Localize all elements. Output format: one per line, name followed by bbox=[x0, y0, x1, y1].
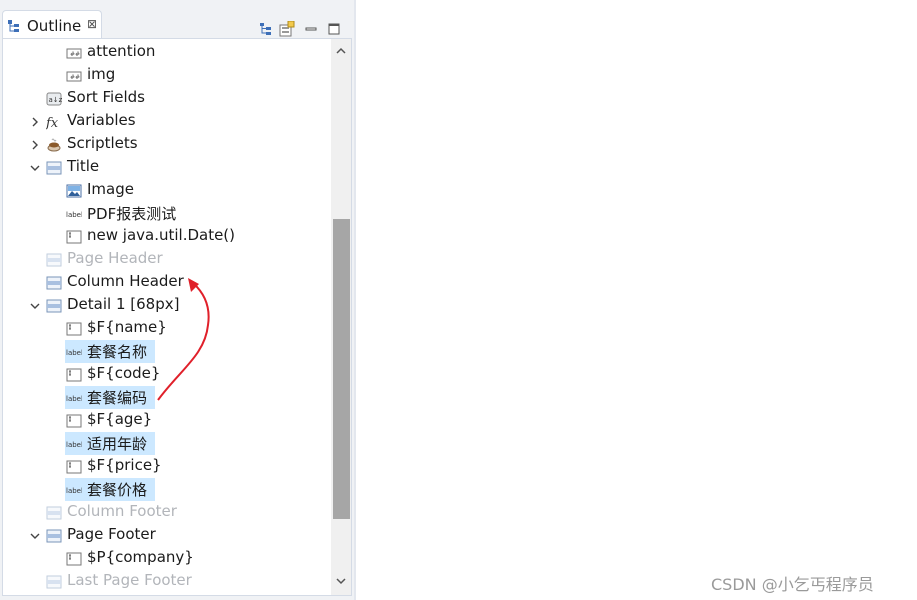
annotation-arrow bbox=[157, 278, 210, 401]
watermark: CSDN @小乞丐程序员 bbox=[711, 575, 874, 594]
